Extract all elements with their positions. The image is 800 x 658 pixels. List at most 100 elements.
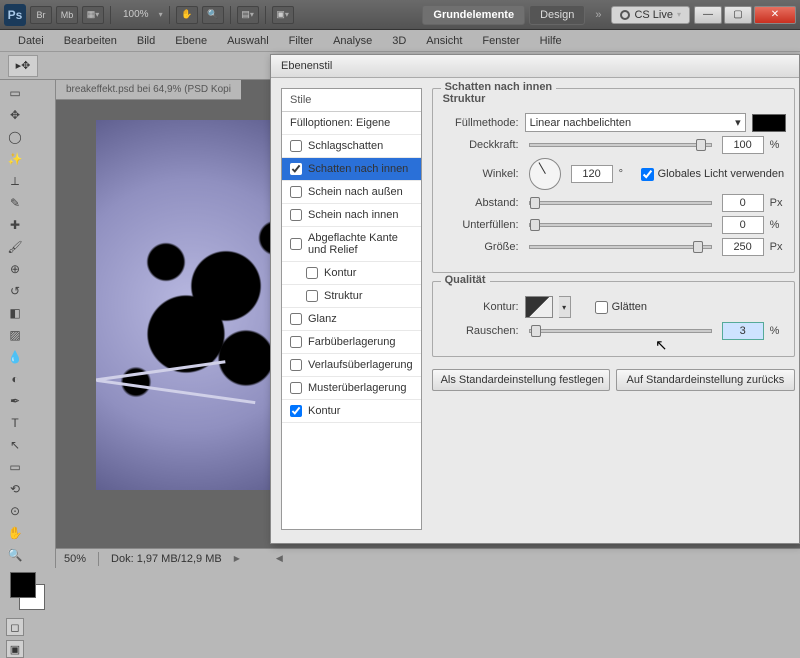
style-checkbox[interactable]	[290, 313, 302, 325]
style-checkbox[interactable]	[290, 238, 302, 250]
style-item-0[interactable]: Schlagschatten	[282, 135, 421, 158]
groesse-slider[interactable]	[529, 245, 712, 249]
stamp-tool[interactable]: ⊕	[2, 258, 28, 280]
status-zoom[interactable]: 50%	[64, 553, 86, 565]
gradient-tool[interactable]: ▨	[2, 324, 28, 346]
move-tool[interactable]: ✥	[2, 104, 28, 126]
3d-camera-tool[interactable]: ⊙	[2, 500, 28, 522]
menu-fenster[interactable]: Fenster	[472, 32, 529, 50]
style-item-6[interactable]: Struktur	[282, 285, 421, 308]
zoom-tool-button[interactable]: 🔍	[202, 6, 224, 24]
style-checkbox[interactable]	[290, 186, 302, 198]
shape-tool[interactable]: ▭	[2, 456, 28, 478]
eyedropper-tool[interactable]: ✎	[2, 192, 28, 214]
style-item-5[interactable]: Kontur	[282, 262, 421, 285]
fg-color[interactable]	[10, 572, 36, 598]
document-tab[interactable]: breakeffekt.psd bei 64,9% (PSD Kopi	[56, 80, 241, 100]
view-extras-button[interactable]: ▦▾	[82, 6, 104, 24]
canvas[interactable]	[96, 120, 286, 490]
unterfuellen-input[interactable]	[722, 216, 764, 234]
style-item-10[interactable]: Musterüberlagerung	[282, 377, 421, 400]
menu-analyse[interactable]: Analyse	[323, 32, 382, 50]
type-tool[interactable]: T	[2, 412, 28, 434]
color-swatch[interactable]	[10, 572, 45, 610]
pen-tool[interactable]: ✒	[2, 390, 28, 412]
menu-filter[interactable]: Filter	[279, 32, 323, 50]
fill-options-item[interactable]: Fülloptionen: Eigene	[282, 112, 421, 135]
style-item-3[interactable]: Schein nach innen	[282, 204, 421, 227]
menu-ebene[interactable]: Ebene	[165, 32, 217, 50]
path-select-tool[interactable]: ↖	[2, 434, 28, 456]
style-item-9[interactable]: Verlaufsüberlagerung	[282, 354, 421, 377]
groesse-input[interactable]	[722, 238, 764, 256]
workspace-design[interactable]: Design	[529, 5, 585, 25]
shadow-color-chip[interactable]	[752, 114, 786, 132]
abstand-slider[interactable]	[529, 201, 712, 205]
menu-datei[interactable]: Datei	[8, 32, 54, 50]
style-checkbox[interactable]	[290, 336, 302, 348]
winkel-input[interactable]	[571, 165, 613, 183]
style-checkbox[interactable]	[290, 359, 302, 371]
arrange-docs-button[interactable]: ▤▾	[237, 6, 259, 24]
style-item-8[interactable]: Farbüberlagerung	[282, 331, 421, 354]
style-checkbox[interactable]	[306, 290, 318, 302]
zoom-tool[interactable]: 🔍	[2, 544, 28, 566]
eraser-tool[interactable]: ◧	[2, 302, 28, 324]
status-docsize[interactable]: Dok: 1,97 MB/12,9 MB	[111, 553, 222, 565]
marquee-tool[interactable]: ▭	[2, 82, 28, 104]
reset-default-button[interactable]: Auf Standardeinstellung zurücks	[616, 369, 795, 391]
menu-bearbeiten[interactable]: Bearbeiten	[54, 32, 127, 50]
cs-live-button[interactable]: CS Live▾	[611, 6, 690, 24]
style-item-1[interactable]: Schatten nach innen	[282, 158, 421, 181]
menu-auswahl[interactable]: Auswahl	[217, 32, 279, 50]
rauschen-slider[interactable]	[529, 329, 712, 333]
fuellmethode-select[interactable]: Linear nachbelichten▾	[525, 113, 746, 132]
minibridge-button[interactable]: Mb	[56, 6, 78, 24]
3d-tool[interactable]: ⟲	[2, 478, 28, 500]
unterfuellen-slider[interactable]	[529, 223, 712, 227]
status-arrow-icon[interactable]: ▶	[234, 554, 240, 563]
contour-swatch[interactable]	[525, 296, 553, 318]
crop-tool[interactable]: ⟂	[2, 170, 28, 192]
menu-3d[interactable]: 3D	[382, 32, 416, 50]
lasso-tool[interactable]: ◯	[2, 126, 28, 148]
quickmask-button[interactable]: ◻	[6, 618, 24, 636]
style-checkbox[interactable]	[290, 209, 302, 221]
style-item-11[interactable]: Kontur	[282, 400, 421, 423]
globallight-checkbox[interactable]: Globales Licht verwenden	[641, 168, 785, 181]
style-item-2[interactable]: Schein nach außen	[282, 181, 421, 204]
dodge-tool[interactable]: ◐	[2, 368, 28, 390]
style-item-7[interactable]: Glanz	[282, 308, 421, 331]
abstand-input[interactable]	[722, 194, 764, 212]
heal-tool[interactable]: ✚	[2, 214, 28, 236]
menu-bild[interactable]: Bild	[127, 32, 165, 50]
hand-tool[interactable]: ✋	[2, 522, 28, 544]
glaetten-checkbox[interactable]: Glätten	[595, 301, 647, 314]
menu-hilfe[interactable]: Hilfe	[530, 32, 572, 50]
header-zoom[interactable]: 100%	[117, 9, 155, 20]
hand-tool-button[interactable]: ✋	[176, 6, 198, 24]
bridge-button[interactable]: Br	[30, 6, 52, 24]
deckkraft-input[interactable]	[722, 136, 764, 154]
window-minimize-button[interactable]: —	[694, 6, 722, 24]
style-item-4[interactable]: Abgeflachte Kante und Relief	[282, 227, 421, 262]
wand-tool[interactable]: ✨	[2, 148, 28, 170]
deckkraft-slider[interactable]	[529, 143, 712, 147]
screenmode-button[interactable]: ▣▾	[272, 6, 294, 24]
workspace-grundelemente[interactable]: Grundelemente	[422, 5, 525, 25]
angle-dial[interactable]	[529, 158, 561, 190]
window-close-button[interactable]: ✕	[754, 6, 796, 24]
brush-tool[interactable]: 🖌	[2, 236, 28, 258]
rauschen-input[interactable]	[722, 322, 764, 340]
style-checkbox[interactable]	[306, 267, 318, 279]
style-checkbox[interactable]	[290, 382, 302, 394]
style-checkbox[interactable]	[290, 405, 302, 417]
style-checkbox[interactable]	[290, 163, 302, 175]
window-maximize-button[interactable]: ▢	[724, 6, 752, 24]
status-scroll-left-icon[interactable]: ◀	[276, 553, 283, 564]
set-default-button[interactable]: Als Standardeinstellung festlegen	[432, 369, 611, 391]
current-tool-icon[interactable]: ▸✥	[8, 55, 38, 77]
contour-dropdown[interactable]: ▾	[559, 296, 571, 318]
blur-tool[interactable]: 💧	[2, 346, 28, 368]
history-brush-tool[interactable]: ↺	[2, 280, 28, 302]
